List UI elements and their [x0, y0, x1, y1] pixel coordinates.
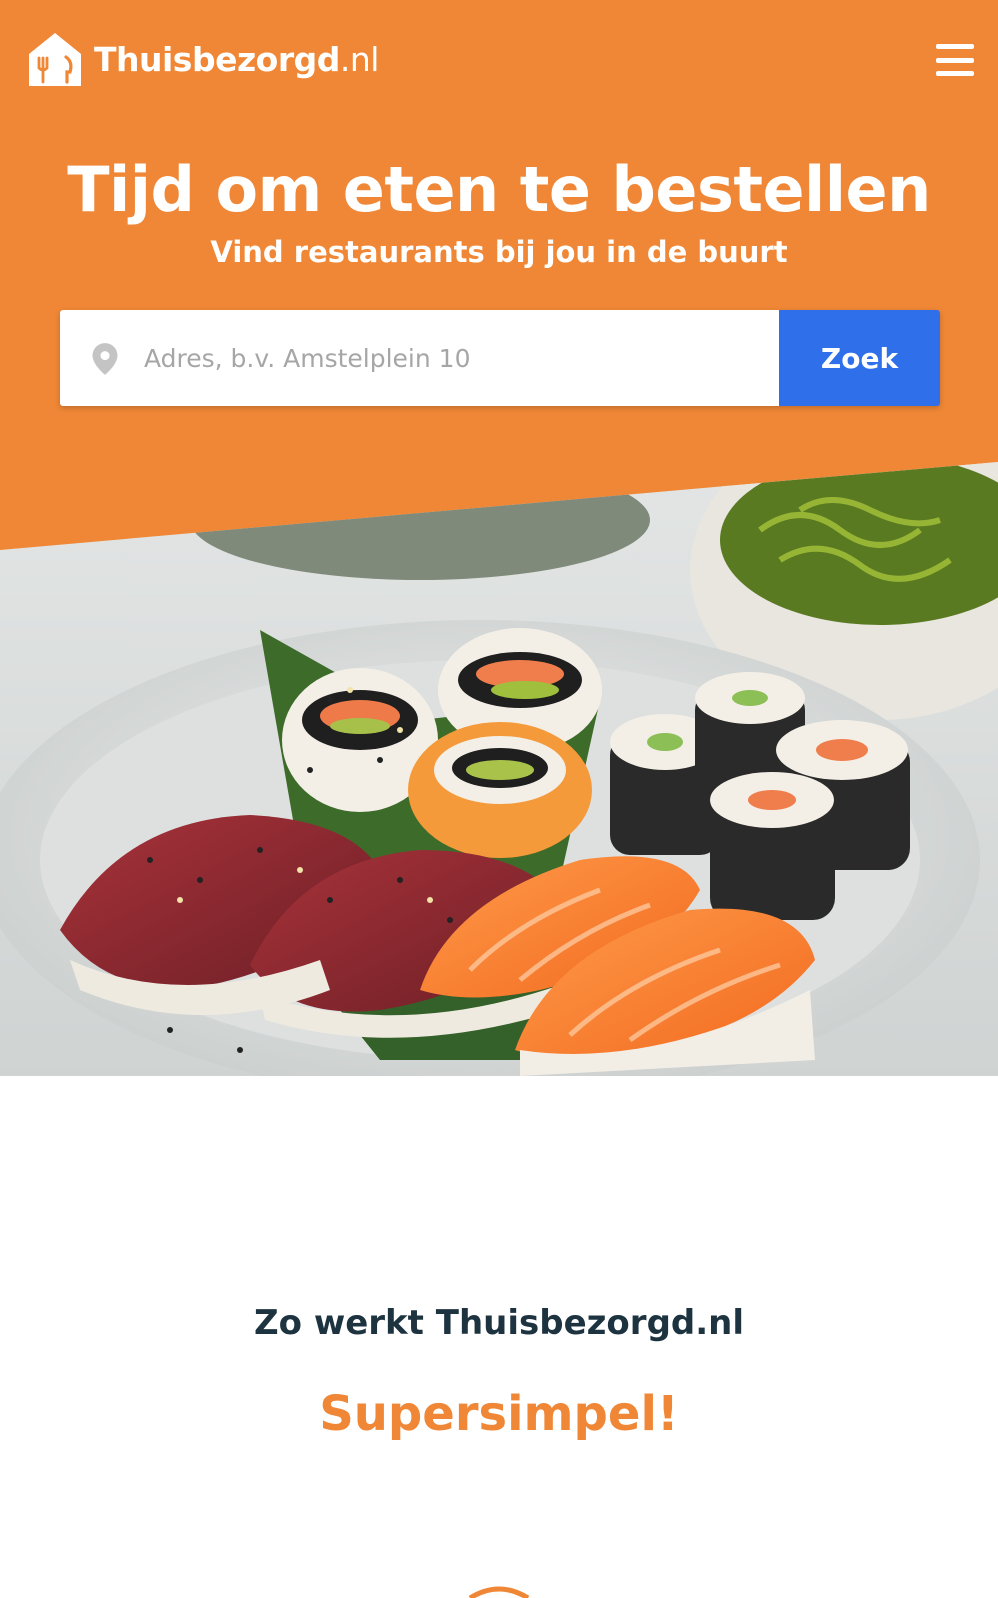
address-field[interactable] — [60, 310, 779, 406]
search-button[interactable]: Zoek — [779, 310, 940, 406]
how-it-works-heading: Zo werkt Thuisbezorgd.nl — [253, 1303, 745, 1343]
how-it-works-tagline: Supersimpel! — [319, 1386, 679, 1442]
address-search-form: Zoek — [60, 310, 940, 406]
address-input[interactable] — [144, 332, 764, 384]
logo-wordmark: Thuisbezorgd.nl — [94, 43, 379, 76]
location-pin-icon — [92, 343, 118, 375]
hero-section: Thuisbezorgd.nl Tijd om eten te bestelle… — [0, 0, 998, 1076]
site-header: Thuisbezorgd.nl — [0, 0, 998, 130]
logo-name: Thuisbezorgd — [94, 39, 340, 79]
menu-bar — [936, 44, 974, 49]
hero-subtitle: Vind restaurants bij jou in de buurt — [210, 235, 788, 269]
house-cutlery-logo-icon — [29, 33, 81, 86]
hero-title: Tijd om eten te bestellen — [67, 153, 931, 226]
hamburger-menu-icon[interactable] — [936, 44, 974, 76]
menu-bar — [936, 71, 974, 76]
step-circle-icon — [468, 1586, 530, 1598]
site-logo[interactable]: Thuisbezorgd.nl — [26, 30, 379, 88]
menu-bar — [936, 57, 974, 63]
logo-tld: .nl — [339, 39, 380, 79]
